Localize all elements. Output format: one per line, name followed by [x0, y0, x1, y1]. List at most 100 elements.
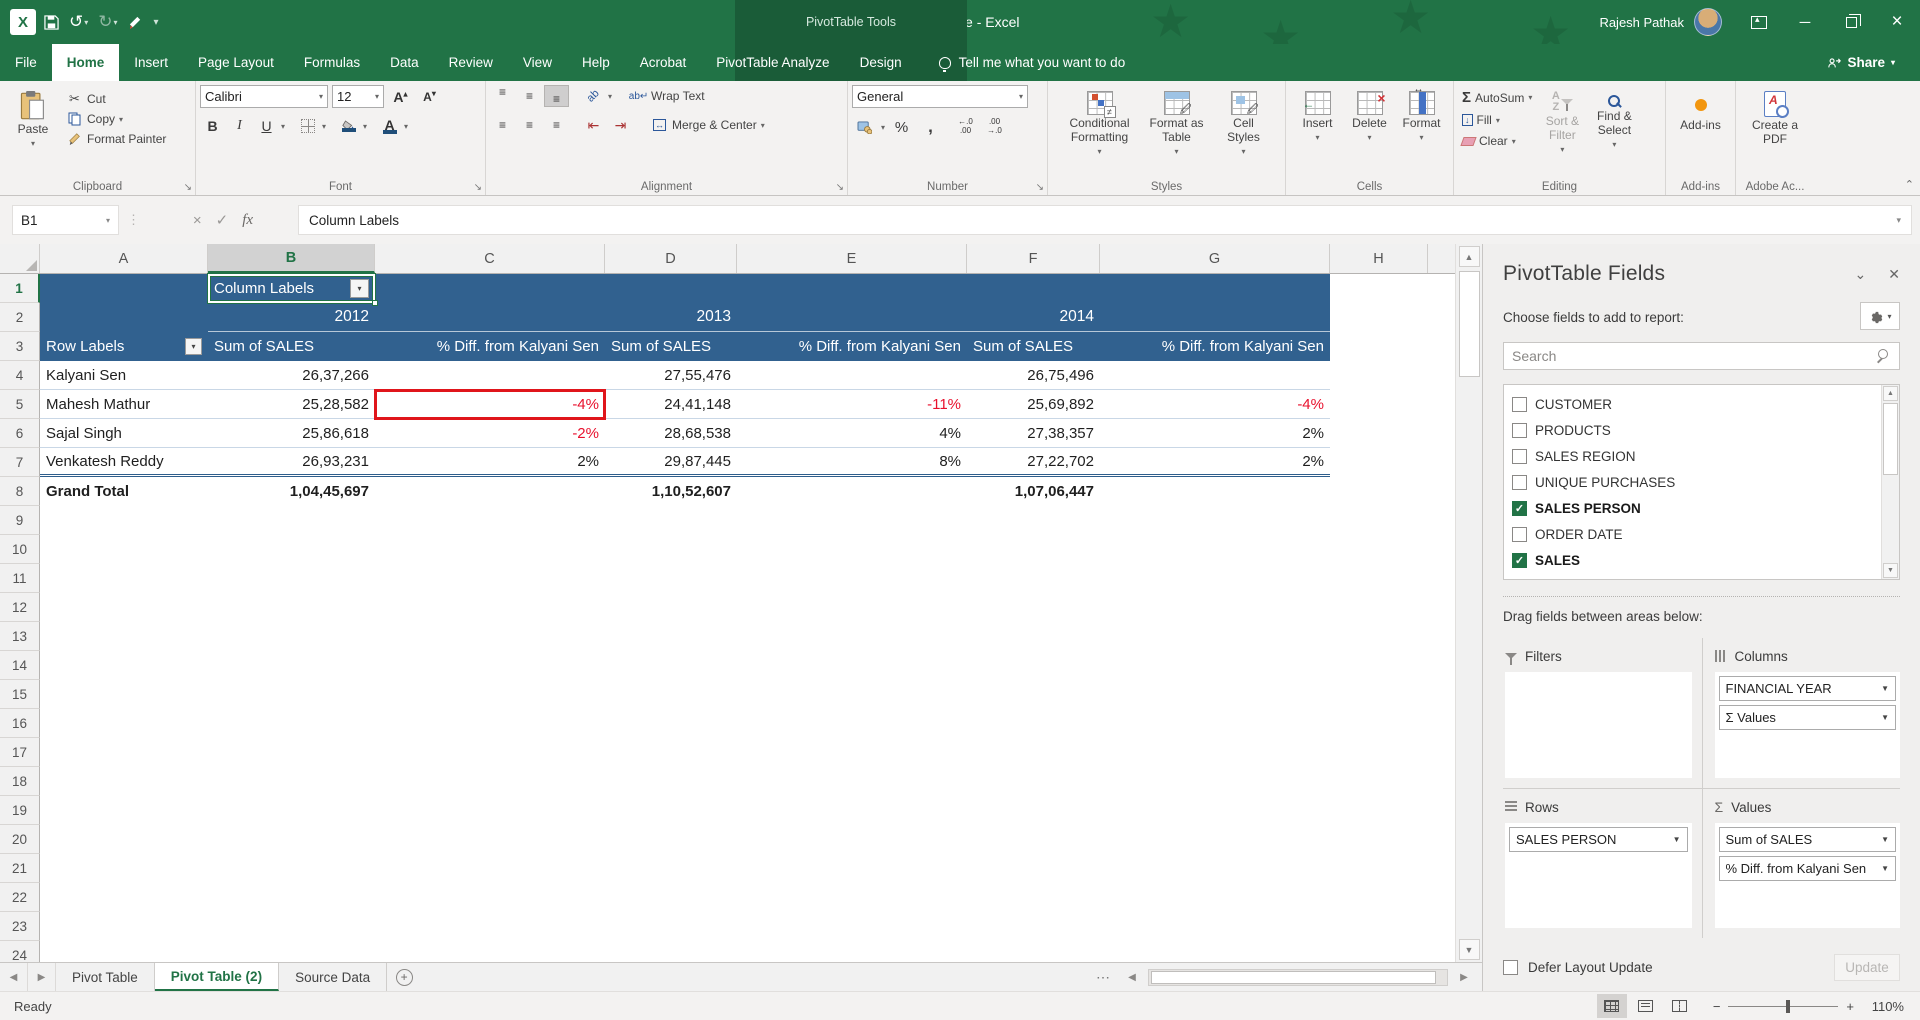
field-checkbox-order-date[interactable] [1512, 527, 1527, 542]
alignment-dialog-launcher-icon[interactable]: ↘ [836, 182, 844, 193]
row-header-11[interactable]: 11 [0, 564, 40, 593]
tell-me-box[interactable]: Tell me what you want to do [939, 44, 1126, 81]
cell-C20[interactable] [375, 825, 605, 854]
cell-B13[interactable] [208, 622, 375, 651]
row-header-20[interactable]: 20 [0, 825, 40, 854]
fill-handle[interactable] [372, 300, 378, 306]
cell-F3[interactable]: Sum of SALES [967, 332, 1100, 361]
tab-design[interactable]: Design [845, 44, 917, 81]
cell-G9[interactable] [1100, 506, 1330, 535]
row-header-3[interactable]: 3 [0, 332, 40, 361]
cell-F9[interactable] [967, 506, 1100, 535]
cell-G5[interactable]: -4% [1100, 390, 1330, 419]
cell-E6[interactable]: 4% [737, 419, 967, 448]
cell-F10[interactable] [967, 535, 1100, 564]
cell-D20[interactable] [605, 825, 737, 854]
cell-E5[interactable]: -11% [737, 390, 967, 419]
increase-decimal-button[interactable]: ←.0.00 [953, 116, 978, 138]
cell-E12[interactable] [737, 593, 967, 622]
cell-H2[interactable] [1330, 303, 1428, 332]
cell-A10[interactable] [40, 535, 208, 564]
cell-A20[interactable] [40, 825, 208, 854]
cell-A5[interactable]: Mahesh Mathur [40, 390, 208, 419]
increase-indent-button[interactable]: ⇥ [608, 114, 633, 136]
format-painter-button[interactable]: Format Painter [62, 129, 170, 149]
cell-F23[interactable] [967, 912, 1100, 941]
cell-F19[interactable] [967, 796, 1100, 825]
grow-font-button[interactable]: A▴ [388, 86, 413, 108]
cell-A4[interactable]: Kalyani Sen [40, 361, 208, 390]
column-header-F[interactable]: F [967, 244, 1100, 273]
tab-insert[interactable]: Insert [119, 44, 183, 81]
cell-F14[interactable] [967, 651, 1100, 680]
cell-E19[interactable] [737, 796, 967, 825]
fields-scroll-thumb[interactable] [1883, 403, 1898, 475]
row-labels-filter-icon[interactable]: ▾ [185, 338, 202, 355]
cell-E13[interactable] [737, 622, 967, 651]
cell-F4[interactable]: 26,75,496 [967, 361, 1100, 390]
fields-scroll-down-icon[interactable]: ▼ [1883, 563, 1898, 578]
cell-G24[interactable] [1100, 941, 1330, 962]
cell-C16[interactable] [375, 709, 605, 738]
tab-page-layout[interactable]: Page Layout [183, 44, 289, 81]
pill-financial-year[interactable]: FINANCIAL YEAR▼ [1719, 676, 1897, 701]
zoom-slider-thumb[interactable] [1786, 1000, 1790, 1013]
wrap-text-button[interactable]: ab↵Wrap Text [626, 86, 709, 106]
new-sheet-button[interactable]: + [396, 969, 413, 986]
scroll-up-icon[interactable]: ▲ [1459, 246, 1480, 267]
field-item-sales-person[interactable]: ✓SALES PERSON [1512, 495, 1881, 521]
clear-button[interactable]: Clear▾ [1458, 132, 1536, 150]
cell-B14[interactable] [208, 651, 375, 680]
cell-D12[interactable] [605, 593, 737, 622]
cell-D11[interactable] [605, 564, 737, 593]
save-button[interactable] [44, 15, 59, 30]
cell-E8[interactable] [737, 477, 967, 506]
cell-H24[interactable] [1330, 941, 1428, 962]
cell-G21[interactable] [1100, 854, 1330, 883]
row-header-5[interactable]: 5 [0, 390, 40, 419]
cell-styles-button[interactable]: 🖉 Cell Styles▾ [1216, 85, 1272, 177]
number-dialog-launcher-icon[interactable]: ↘ [1036, 182, 1044, 193]
cell-D8[interactable]: 1,10,52,607 [605, 477, 737, 506]
cell-G3[interactable]: % Diff. from Kalyani Sen [1100, 332, 1330, 361]
formula-input[interactable]: Column Labels▾ [298, 205, 1912, 235]
cell-B16[interactable] [208, 709, 375, 738]
cell-B4[interactable]: 26,37,266 [208, 361, 375, 390]
cell-D23[interactable] [605, 912, 737, 941]
row-header-4[interactable]: 4 [0, 361, 40, 390]
cell-F11[interactable] [967, 564, 1100, 593]
cell-F17[interactable] [967, 738, 1100, 767]
field-item-products[interactable]: PRODUCTS [1512, 417, 1881, 443]
fill-color-button[interactable] [336, 115, 361, 137]
row-header-10[interactable]: 10 [0, 535, 40, 564]
format-as-table-button[interactable]: 🖉 Format as Table▾ [1144, 85, 1210, 177]
cell-H6[interactable] [1330, 419, 1428, 448]
cell-G15[interactable] [1100, 680, 1330, 709]
cell-A14[interactable] [40, 651, 208, 680]
cell-E16[interactable] [737, 709, 967, 738]
cell-D13[interactable] [605, 622, 737, 651]
tab-splitter-icon[interactable]: ⋯ [1088, 963, 1118, 991]
column-header-E[interactable]: E [737, 244, 967, 273]
tools-gear-button[interactable]: ▾ [1860, 302, 1900, 330]
cell-H22[interactable] [1330, 883, 1428, 912]
cell-D19[interactable] [605, 796, 737, 825]
copy-button[interactable]: Copy▾ [62, 109, 170, 129]
insert-cells-button[interactable]: ← Insert▾ [1294, 85, 1342, 177]
cell-F8[interactable]: 1,07,06,447 [967, 477, 1100, 506]
cell-B2[interactable]: 2012 [208, 303, 375, 332]
cell-E24[interactable] [737, 941, 967, 962]
cell-C8[interactable] [375, 477, 605, 506]
cell-G2[interactable] [1100, 303, 1330, 332]
cell-B6[interactable]: 25,86,618 [208, 419, 375, 448]
cell-H19[interactable] [1330, 796, 1428, 825]
align-middle-button[interactable]: ≡ [517, 85, 542, 107]
format-painter-qat-button[interactable] [128, 15, 143, 30]
values-drop-box[interactable]: Sum of SALES▼% Diff. from Kalyani Sen▼ [1715, 823, 1901, 928]
cell-H11[interactable] [1330, 564, 1428, 593]
panel-close-icon[interactable]: ✕ [1888, 266, 1900, 283]
cell-B9[interactable] [208, 506, 375, 535]
cell-C19[interactable] [375, 796, 605, 825]
vertical-scroll-thumb[interactable] [1459, 271, 1480, 377]
tab-pivottable-analyze[interactable]: PivotTable Analyze [701, 44, 844, 81]
